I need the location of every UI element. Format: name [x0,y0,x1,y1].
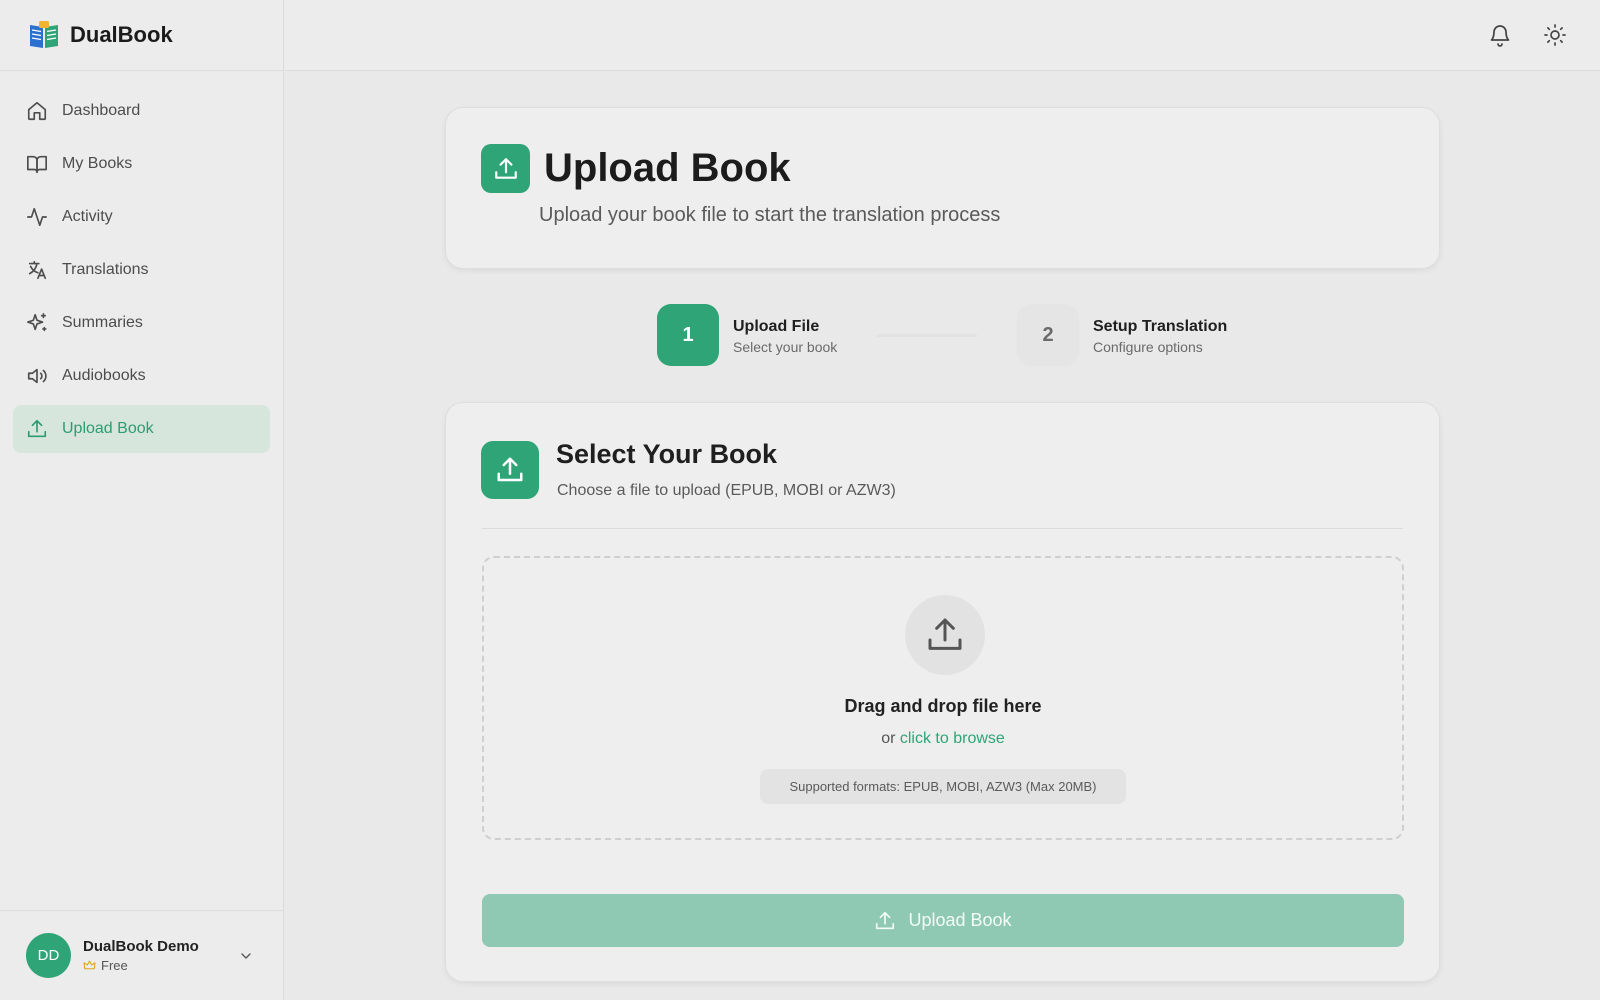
sidebar-item-audiobooks[interactable]: Audiobooks [13,352,270,400]
sidebar-item-activity[interactable]: Activity [13,193,270,241]
step-1-number[interactable]: 1 [657,304,719,366]
upload-button-label: Upload Book [908,910,1012,930]
upload-book-button[interactable]: Upload Book [482,894,1404,947]
sun-icon[interactable] [1543,23,1567,47]
dropzone-title: Drag and drop file here [844,696,1042,716]
sidebar-item-my-books[interactable]: My Books [13,140,270,188]
home-icon [26,100,48,122]
sidebar-item-translations[interactable]: Translations [13,246,270,294]
crown-icon [83,959,96,972]
sidebar-nav: Dashboard My Books Activity Translations… [0,71,283,453]
stepper: 1 Upload File Select your book 2 Setup T… [657,304,1257,368]
select-book-card: Select Your Book Choose a file to upload… [445,402,1440,982]
speaker-icon [26,365,48,387]
browse-link[interactable]: click to browse [900,730,1005,747]
upload-icon [874,910,896,932]
chevron-down-icon[interactable] [238,948,254,964]
app-name: DualBook [70,22,173,47]
sidebar-item-label: Upload Book [62,420,154,437]
upload-icon [26,418,48,440]
user-plan: Free [83,958,199,973]
sidebar: DualBook Dashboard My Books Activity Tra… [0,0,284,1000]
step-connector [877,334,977,337]
page-title: Upload Book [544,146,791,190]
sidebar-item-label: Dashboard [62,102,141,119]
step-2-number[interactable]: 2 [1017,304,1079,366]
divider [482,528,1403,529]
step-1-subtitle: Select your book [733,339,838,355]
book-logo-icon [28,20,60,50]
activity-icon [26,206,48,228]
sidebar-item-label: Audiobooks [62,367,146,384]
user-plan-label: Free [101,958,128,973]
sidebar-item-dashboard[interactable]: Dashboard [13,87,270,135]
supported-formats-badge: Supported formats: EPUB, MOBI, AZW3 (Max… [760,769,1126,804]
upload-icon [905,595,985,675]
step-2-title: Setup Translation [1093,318,1228,335]
step-1-title: Upload File [733,318,820,335]
avatar: DD [26,933,71,978]
book-open-icon [26,153,48,175]
topbar [285,0,1600,71]
sidebar-item-label: Summaries [62,314,143,331]
page-subtitle: Upload your book file to start the trans… [539,204,1001,226]
dropzone-or-text: or [881,730,896,747]
user-menu[interactable]: DD DualBook Demo Free [0,910,284,1000]
section-title: Select Your Book [556,439,778,469]
sidebar-item-upload-book[interactable]: Upload Book [13,405,270,453]
sidebar-item-label: Translations [62,261,149,278]
sparkles-icon [26,312,48,334]
sidebar-item-label: My Books [62,155,133,172]
brand[interactable]: DualBook [0,0,283,71]
sidebar-item-summaries[interactable]: Summaries [13,299,270,347]
bell-icon[interactable] [1488,23,1512,47]
step-2-subtitle: Configure options [1093,339,1203,355]
user-name: DualBook Demo [83,938,199,955]
page-header-card: Upload Book Upload your book file to sta… [445,107,1440,269]
upload-icon [481,144,530,193]
dropzone-or-line: or click to browse [484,730,1402,748]
section-subtitle: Choose a file to upload (EPUB, MOBI or A… [557,482,896,499]
sidebar-item-label: Activity [62,208,113,225]
translate-icon [26,259,48,281]
file-dropzone[interactable]: Drag and drop file here or click to brow… [482,556,1404,840]
upload-icon [481,441,539,499]
